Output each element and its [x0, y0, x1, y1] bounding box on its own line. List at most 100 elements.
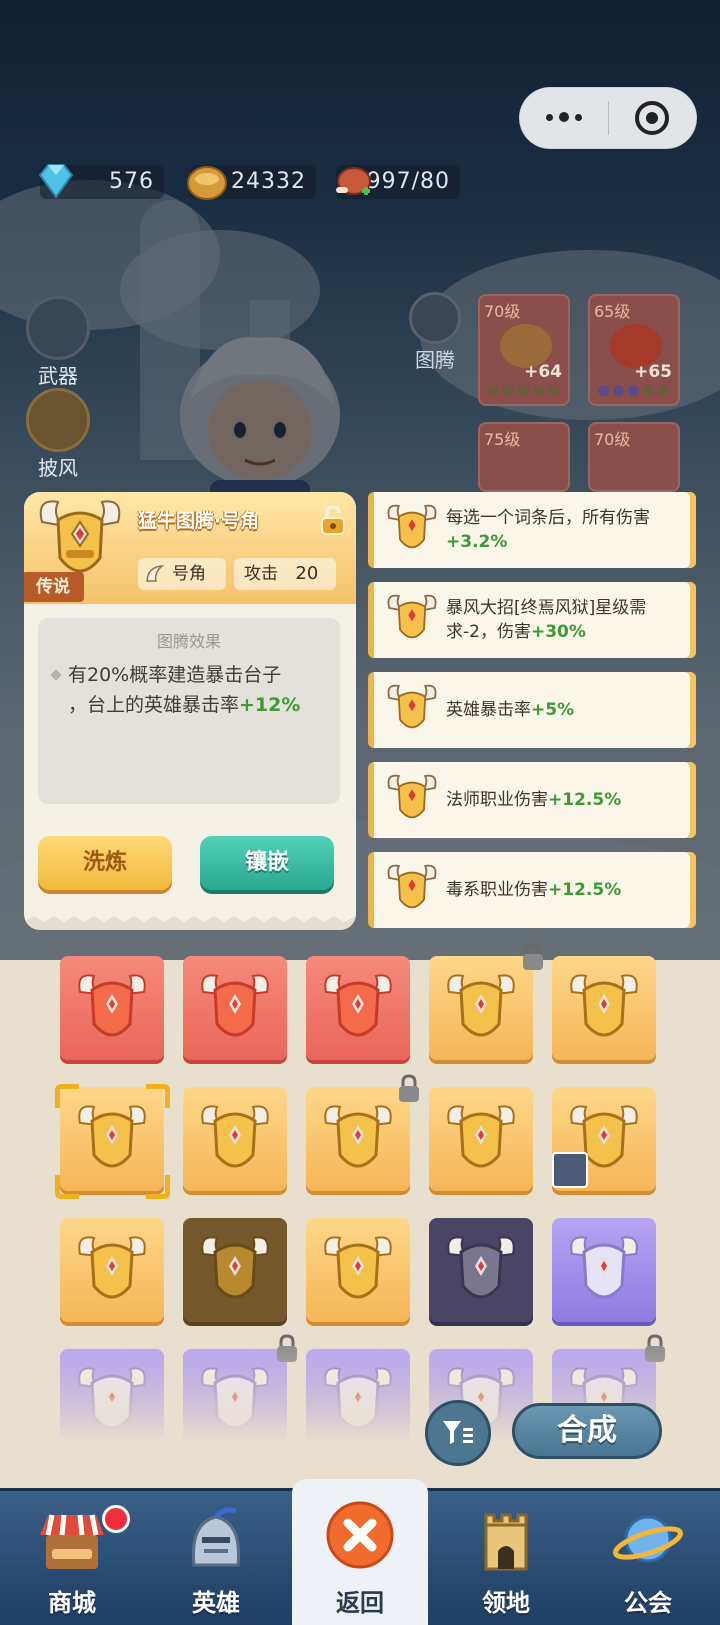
- knight-helmet-icon: [191, 1507, 241, 1567]
- totem-grid-cell[interactable]: [552, 956, 656, 1060]
- affix-value: +12.5%: [548, 880, 622, 900]
- affix-option[interactable]: 毒系职业伤害+12.5%: [368, 852, 696, 928]
- coin-counter: 24332: [187, 165, 316, 200]
- miniprogram-capsule: [519, 87, 697, 149]
- slot-bonus: +65: [634, 362, 672, 382]
- totem-title: 猛牛图腾·号角: [138, 510, 260, 532]
- totem-mask-icon: [201, 1105, 269, 1168]
- totem-mask-icon: [570, 974, 638, 1037]
- unlock-icon[interactable]: [318, 504, 348, 536]
- effect-header: 图腾效果: [156, 632, 221, 651]
- totem-label: 图腾: [415, 348, 455, 372]
- diamond-count: 576: [109, 169, 154, 194]
- affix-text: 暴风大招[终焉风狱]星级需求-2，伤害+30%: [446, 582, 682, 658]
- effect-description: 有20%概率建造暴击台子 ，台上的英雄暴击率+12%: [68, 660, 330, 720]
- affix-option[interactable]: 法师职业伤害+12.5%: [368, 762, 696, 838]
- equipped-slot-3[interactable]: 75级: [478, 422, 570, 492]
- effect-line-2: ，台上的英雄暴击率: [68, 694, 240, 716]
- cloak-icon: [26, 388, 90, 452]
- totem-mask-icon: [78, 1105, 146, 1168]
- weapon-icon: [26, 296, 90, 360]
- inlay-button[interactable]: 镶嵌: [200, 836, 334, 890]
- selection-corner: [55, 1084, 79, 1108]
- padlock-icon: [523, 942, 543, 970]
- tab-shop[interactable]: 商城: [0, 1491, 144, 1625]
- filter-icon: [443, 1421, 473, 1444]
- affix-value: +12.5%: [548, 790, 622, 810]
- bull-totem-icon: [387, 774, 437, 819]
- affix-description: 毒系职业伤害: [446, 880, 548, 900]
- meat-stamina-icon: [336, 167, 371, 195]
- coin-pouch-icon: [187, 166, 227, 200]
- slot-level: 65级: [594, 302, 631, 321]
- tab-territory-label: 领地: [482, 1589, 530, 1617]
- filter-button[interactable]: [425, 1400, 491, 1466]
- bull-totem-icon: [387, 504, 437, 549]
- tab-heroes-label: 英雄: [192, 1589, 240, 1617]
- tab-back[interactable]: 返回: [292, 1479, 428, 1625]
- affix-option[interactable]: 暴风大招[终焉风狱]星级需求-2，伤害+30%: [368, 582, 696, 658]
- affix-value: +3.2%: [446, 532, 508, 552]
- tab-heroes[interactable]: 英雄: [144, 1491, 288, 1625]
- tab-guild-label: 公会: [624, 1589, 672, 1617]
- totem-grid-cell[interactable]: [306, 1218, 410, 1322]
- affix-value: +30%: [530, 622, 586, 642]
- totem-mask-icon: [201, 1236, 269, 1299]
- slot-level: 75级: [484, 430, 521, 449]
- tab-territory[interactable]: 领地: [434, 1491, 578, 1625]
- slot-type-chip: 号角: [138, 558, 226, 590]
- tab-guild[interactable]: 公会: [576, 1491, 720, 1625]
- slot-gem-dots: [598, 385, 669, 396]
- more-dots-icon[interactable]: [520, 112, 608, 123]
- totem-grid-cell[interactable]: [306, 1087, 410, 1191]
- totem-grid-cell[interactable]: [183, 1218, 287, 1322]
- totem-grid-cell[interactable]: [183, 956, 287, 1060]
- tab-back-label: 返回: [336, 1589, 384, 1617]
- planet-icon: [613, 1515, 683, 1563]
- totem-grid-cell[interactable]: [429, 956, 533, 1060]
- totem-grid-cell[interactable]: [306, 956, 410, 1060]
- bull-totem-icon: [387, 594, 437, 639]
- affix-text: 每选一个词条后，所有伤害 +3.2%: [446, 492, 682, 568]
- affix-text: 英雄暴击率+5%: [446, 672, 682, 748]
- totem-grid-cell[interactable]: [183, 1087, 287, 1191]
- synthesize-button[interactable]: 合成: [512, 1403, 662, 1459]
- wash-button[interactable]: 洗炼: [38, 836, 172, 890]
- affix-value: +5%: [531, 700, 575, 720]
- totem-mask-icon: [570, 1236, 638, 1299]
- affix-option[interactable]: 英雄暴击率+5%: [368, 672, 696, 748]
- close-x-icon: [326, 1501, 394, 1569]
- totem-grid-cell[interactable]: [552, 1218, 656, 1322]
- affix-description: 英雄暴击率: [446, 700, 531, 720]
- equipped-slot-2[interactable]: 65级 +65: [588, 294, 680, 406]
- totem-detail-card: 猛牛图腾·号角 号角 攻击 20 传说 图腾效果 有20%概率建造暴击台子 ，台…: [24, 492, 356, 930]
- attack-value: 20: [295, 563, 319, 584]
- totem-effect-panel: 图腾效果 有20%概率建造暴击台子 ，台上的英雄暴击率+12%: [38, 618, 340, 804]
- card-zigzag-edge: [24, 916, 356, 930]
- affix-description: 每选一个词条后，所有伤害: [446, 508, 650, 528]
- totem-menu-button[interactable]: 图腾: [405, 292, 465, 373]
- slot-type-label: 号角: [172, 564, 206, 584]
- shop-stall-icon: [40, 1514, 104, 1569]
- attack-stat-chip: 攻击 20: [234, 558, 336, 590]
- affix-option[interactable]: 每选一个词条后，所有伤害 +3.2%: [368, 492, 696, 568]
- cloak-menu-button[interactable]: 披风: [22, 388, 94, 481]
- diamond-icon: [38, 164, 74, 199]
- totem-mask-icon: [78, 974, 146, 1037]
- totem-mask-icon: [447, 1105, 515, 1168]
- totem-grid-cell[interactable]: [429, 1218, 533, 1322]
- equipped-slot-4[interactable]: 70级: [588, 422, 680, 492]
- totem-grid-cell[interactable]: [60, 1218, 164, 1322]
- selection-corner: [146, 1084, 170, 1108]
- bottom-tab-bar: 商城 英雄 返回 领地 公会: [0, 1479, 720, 1625]
- selection-corner: [55, 1175, 79, 1199]
- weapon-menu-button[interactable]: 武器: [22, 296, 94, 389]
- target-icon[interactable]: [609, 101, 697, 135]
- totem-mask-icon: [447, 974, 515, 1037]
- totem-grid-cell[interactable]: [60, 956, 164, 1060]
- totem-grid-cell[interactable]: [429, 1087, 533, 1191]
- totem-icon: [409, 292, 461, 344]
- slot-gem-dots: [488, 385, 559, 396]
- slot-level: 70级: [594, 430, 631, 449]
- equipped-slot-1[interactable]: 70级 +64: [478, 294, 570, 406]
